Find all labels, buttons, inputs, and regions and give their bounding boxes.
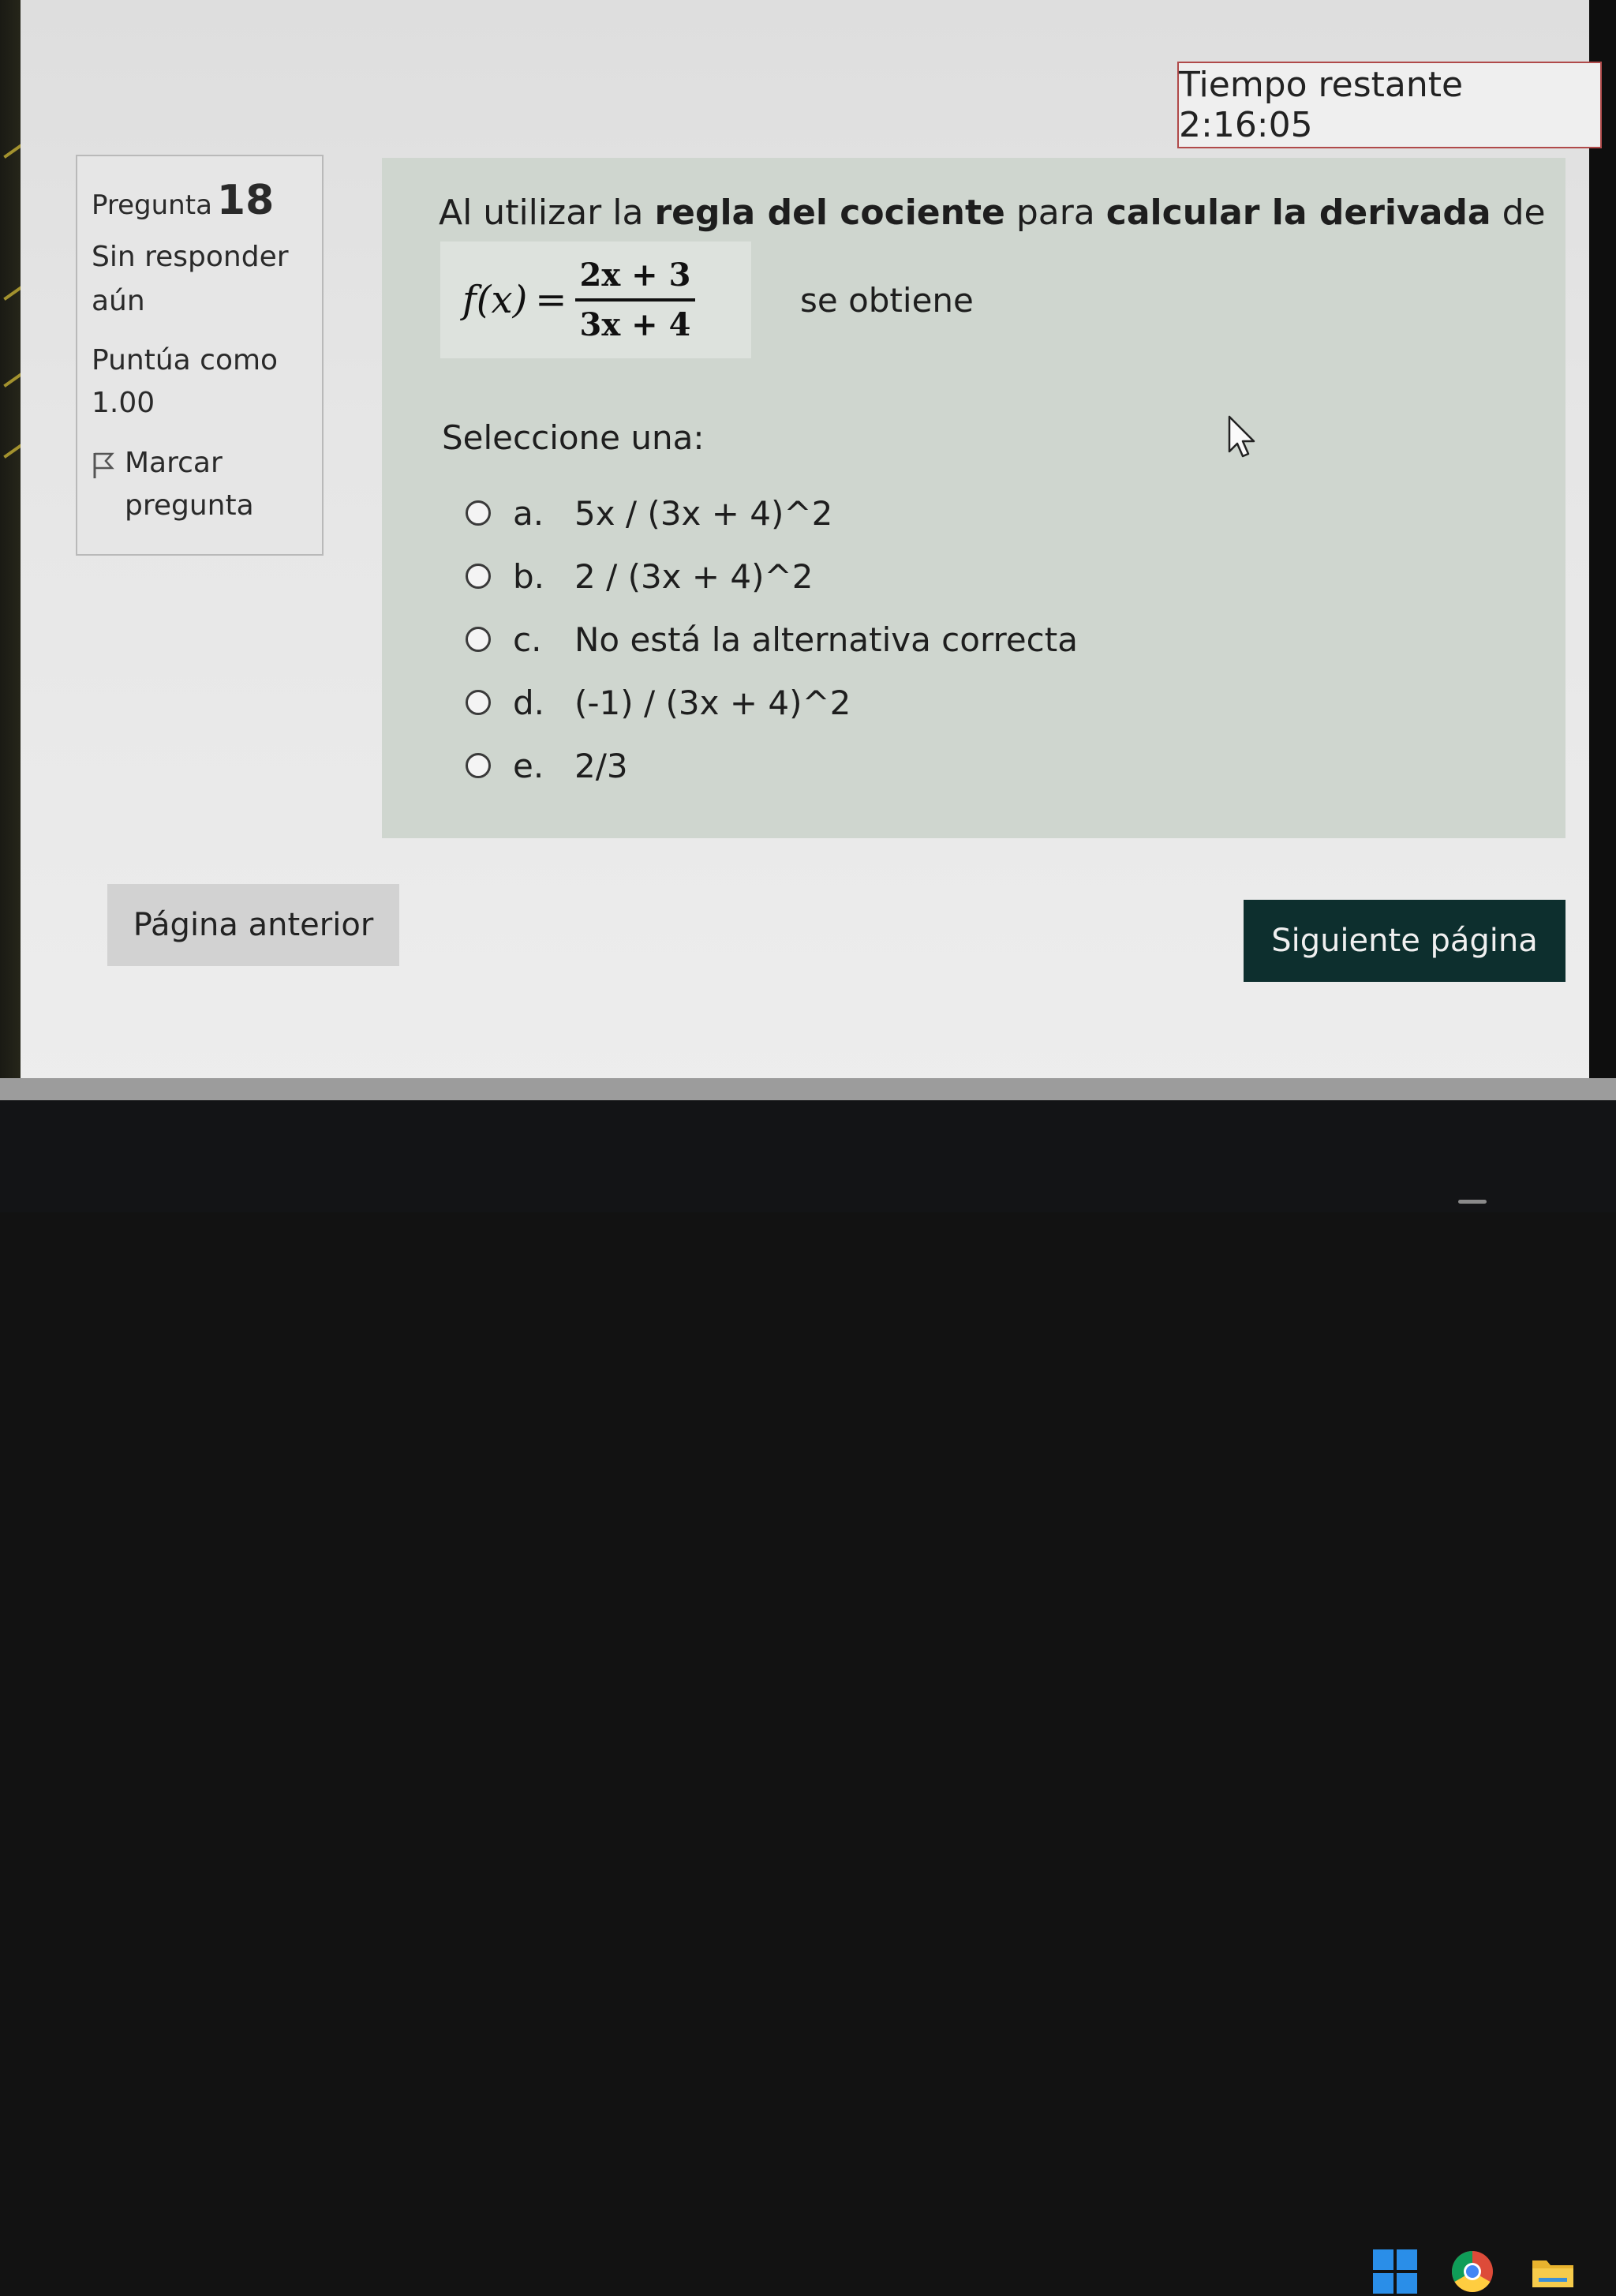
option-letter: c.: [513, 620, 542, 659]
radio-button[interactable]: [466, 500, 491, 526]
question-text-part: Al utilizar la: [439, 193, 655, 233]
formula-denominator: 3x + 4: [579, 306, 691, 343]
answer-option-b[interactable]: b. 2 / (3x + 4)^2: [466, 545, 1078, 608]
taskbar: [0, 1100, 1616, 2294]
next-page-button[interactable]: Siguiente página: [1244, 900, 1566, 982]
flag-icon: [92, 450, 115, 478]
grade-value: 1.00: [92, 387, 155, 419]
select-prompt: Seleccione una:: [442, 418, 705, 457]
option-letter: d.: [513, 683, 545, 722]
question-text-bold: regla del cociente: [654, 193, 1005, 233]
mouse-cursor-icon: [1228, 415, 1255, 458]
active-app-indicator: [1458, 1200, 1487, 1204]
formula-numerator: 2x + 3: [574, 257, 696, 302]
option-text: No está la alternativa correcta: [574, 620, 1078, 659]
chrome-icon[interactable]: [1450, 2249, 1494, 2294]
radio-button[interactable]: [466, 690, 491, 715]
flag-question-link[interactable]: Marcar pregunta: [92, 442, 308, 527]
option-text: 2 / (3x + 4)^2: [574, 556, 814, 596]
question-number: Pregunta 18: [92, 177, 308, 224]
option-letter: b.: [513, 556, 545, 596]
state-line-2: aún: [92, 285, 145, 317]
question-text-bold: calcular la derivada: [1105, 193, 1491, 233]
answer-option-c[interactable]: c. No está la alternativa correcta: [466, 608, 1078, 671]
answer-option-e[interactable]: e. 2/3: [466, 734, 1078, 797]
question-suffix: se obtiene: [800, 281, 974, 320]
time-remaining: Tiempo restante 2:16:05: [1177, 62, 1602, 148]
question-label: Pregunta: [92, 189, 212, 221]
grade-label: Puntúa como: [92, 344, 279, 376]
option-text: 2/3: [574, 746, 628, 785]
timer-label: Tiempo restante 2:16:05: [1179, 65, 1464, 145]
question-text-part: para: [1004, 193, 1106, 233]
answer-option-d[interactable]: d. (-1) / (3x + 4)^2: [466, 671, 1078, 734]
formula: f(x) = 2x + 3 3x + 4: [440, 242, 751, 358]
windows-start-icon[interactable]: [1373, 2249, 1417, 2294]
quiz-page: Tiempo restante 2:16:05 Pregunta 18 Sin r…: [21, 0, 1602, 1097]
option-text: 5x / (3x + 4)^2: [574, 493, 833, 533]
radio-button[interactable]: [466, 627, 491, 652]
question-grade: Puntúa como 1.00: [92, 339, 308, 425]
question-number-value: 18: [216, 177, 275, 224]
formula-fraction: 2x + 3 3x + 4: [574, 257, 696, 343]
question-content: Al utilizar la regla del cociente para c…: [382, 158, 1566, 838]
radio-button[interactable]: [466, 564, 491, 589]
option-letter: a.: [513, 493, 544, 533]
option-text: (-1) / (3x + 4)^2: [574, 683, 851, 722]
monitor-bezel-bottom: [0, 1078, 1616, 1100]
question-info-panel: Pregunta 18 Sin responder aún Puntúa como…: [76, 155, 324, 556]
option-letter: e.: [513, 746, 544, 785]
previous-page-button[interactable]: Página anterior: [107, 884, 399, 966]
question-state: Sin responder aún: [92, 235, 308, 324]
formula-lhs: f(x): [462, 278, 528, 322]
state-line-1: Sin responder: [92, 241, 289, 273]
flag-label-line-1: Marcar: [125, 447, 223, 479]
question-text-part: de: [1491, 193, 1546, 233]
formula-equals: =: [535, 278, 567, 322]
file-explorer-icon[interactable]: [1531, 2249, 1575, 2294]
answer-options: a. 5x / (3x + 4)^2 b. 2 / (3x + 4)^2 c. …: [466, 481, 1078, 797]
flag-label-line-2: pregunta: [125, 489, 254, 522]
radio-button[interactable]: [466, 753, 491, 778]
question-text: Al utilizar la regla del cociente para c…: [439, 193, 1546, 233]
answer-option-a[interactable]: a. 5x / (3x + 4)^2: [466, 481, 1078, 545]
